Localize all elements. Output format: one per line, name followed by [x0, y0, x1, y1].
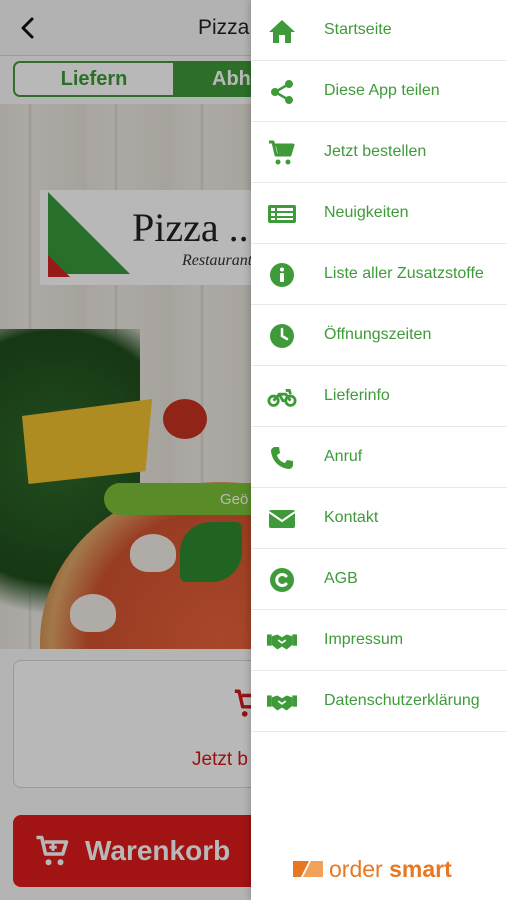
menu-item-kontakt[interactable]: Kontakt [251, 488, 507, 549]
menu-item-agb[interactable]: AGB [251, 549, 507, 610]
navigation-drawer: Startseite Diese App teilen Jetzt bestel… [251, 0, 507, 900]
home-icon [267, 16, 297, 46]
menu-label: AGB [324, 570, 358, 587]
menu-item-oeffnungszeiten[interactable]: Öffnungszeiten [251, 305, 507, 366]
menu-label: Datenschutzerklärung [324, 692, 480, 709]
handshake-icon [267, 687, 297, 717]
info-icon [267, 260, 297, 290]
clock-icon [267, 321, 297, 351]
cart-icon [267, 138, 297, 168]
menu-item-datenschutz[interactable]: Datenschutzerklärung [251, 671, 507, 732]
menu-label: Kontakt [324, 509, 379, 526]
menu-label: Öffnungszeiten [324, 326, 432, 343]
menu-label: Diese App teilen [324, 82, 440, 99]
brand-text-order: order [329, 855, 390, 882]
brand-text-smart: smart [389, 855, 452, 882]
handshake-icon [267, 626, 297, 656]
menu-item-anruf[interactable]: Anruf [251, 427, 507, 488]
menu-label: Liste aller Zusatzstoffe [324, 265, 484, 282]
menu-item-app-teilen[interactable]: Diese App teilen [251, 61, 507, 122]
menu-item-jetzt-bestellen[interactable]: Jetzt bestellen [251, 122, 507, 183]
menu-label: Lieferinfo [324, 387, 390, 404]
menu-item-neuigkeiten[interactable]: Neuigkeiten [251, 183, 507, 244]
order-smart-logo: order smart [291, 855, 452, 883]
menu-label: Anruf [324, 448, 363, 465]
menu-label: Impressum [324, 631, 404, 648]
menu-item-impressum[interactable]: Impressum [251, 610, 507, 671]
menu-label: Jetzt bestellen [324, 143, 427, 160]
copyright-icon [267, 565, 297, 595]
menu-item-zusatzstoffe[interactable]: Liste aller Zusatzstoffe [251, 244, 507, 305]
menu-label: Startseite [324, 21, 392, 38]
envelope-icon [267, 504, 297, 534]
menu-label: Neuigkeiten [324, 204, 409, 221]
share-icon [267, 77, 297, 107]
news-icon [267, 199, 297, 229]
menu-item-startseite[interactable]: Startseite [251, 0, 507, 61]
motorcycle-icon [267, 382, 297, 412]
order-smart-logo-mark [293, 861, 323, 877]
phone-icon [267, 443, 297, 473]
menu-item-lieferinfo[interactable]: Lieferinfo [251, 366, 507, 427]
